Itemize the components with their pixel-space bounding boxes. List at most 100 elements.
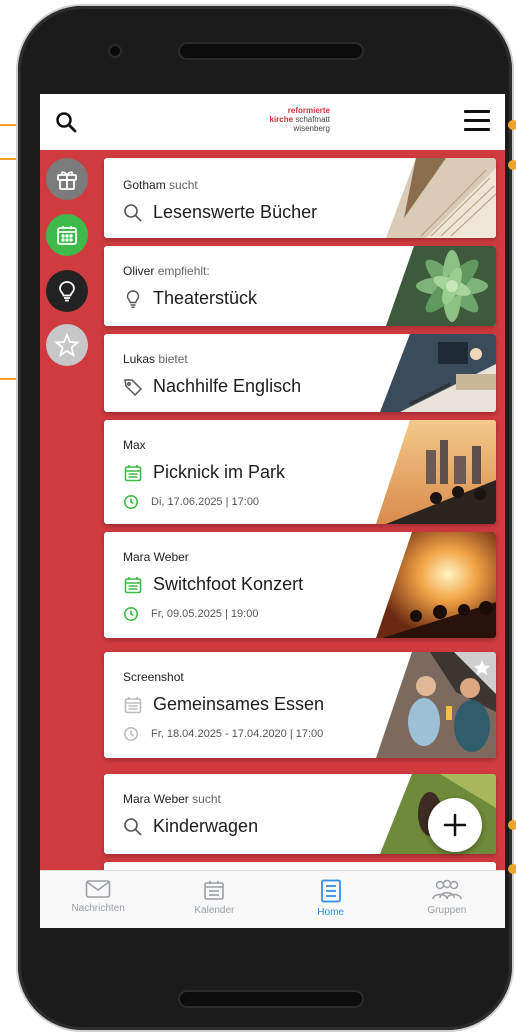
concert-image: [376, 532, 496, 638]
card-title-row: Lesenswerte Bücher: [123, 202, 317, 223]
annotation-dot-menu: [508, 120, 516, 130]
nav-label: Home: [317, 907, 344, 918]
card-author: Gotham: [123, 178, 166, 192]
nav-item-kalender[interactable]: Kalender: [156, 871, 272, 928]
church-logo: reformierte kirche schafmatt wisenberg: [230, 106, 331, 140]
card-title: Nachhilfe Englisch: [153, 376, 302, 396]
logo-line-2a: kirche: [269, 115, 294, 124]
search-icon: [124, 203, 142, 222]
card-author-line: Mara Weber sucht: [123, 792, 221, 806]
annotation-dot-nav: [508, 864, 516, 874]
card-title-row: Kinderwagen: [123, 816, 258, 837]
stage: reformierte kirche schafmatt wisenberg G…: [0, 0, 516, 1034]
lightbulb-icon: [126, 289, 140, 308]
filter-events[interactable]: [46, 214, 88, 256]
speaker: [178, 42, 364, 60]
clock-icon: [124, 495, 138, 509]
card-author: Lukas: [123, 352, 156, 366]
card-author: Mara Weber: [123, 550, 189, 564]
card-author-line: Oliver empfiehlt:: [123, 264, 210, 278]
card-author: Oliver: [123, 264, 155, 278]
star-icon: [54, 332, 80, 357]
card-date: Fr, 18.04.2025 - 17.04.2020 | 17:00: [151, 728, 324, 740]
card-verb: bietet: [158, 352, 188, 366]
tag-icon: [124, 378, 143, 396]
books-image: [386, 158, 496, 238]
card-date: Fr, 09.05.2025 | 19:00: [151, 608, 259, 620]
list-item[interactable]: Screenshot Gemeinsames Essen Fr, 18.04.2…: [104, 652, 496, 758]
card-title: Kinderwagen: [153, 816, 259, 836]
card-date-row: Fr, 18.04.2025 - 17.04.2020 | 17:00: [123, 726, 323, 742]
card-title-row: Nachhilfe Englisch: [123, 376, 301, 397]
card-author-line: Max: [123, 438, 146, 452]
card-author-line: Screenshot: [123, 670, 184, 684]
gift-icon: [57, 171, 77, 190]
nav-label: Nachrichten: [71, 903, 125, 914]
card-title-row: Picknick im Park: [123, 462, 285, 483]
succulent-image: [386, 246, 496, 326]
filter-gift[interactable]: [46, 158, 88, 200]
add-button[interactable]: [428, 798, 482, 852]
calendar-icon: [57, 226, 77, 245]
nav-item-nachrichten[interactable]: Nachrichten: [40, 871, 156, 928]
annotation-dot-fab: [508, 820, 516, 830]
app-screen: reformierte kirche schafmatt wisenberg G…: [40, 94, 505, 928]
search-button[interactable]: [54, 110, 78, 134]
clock-icon: [124, 607, 138, 621]
card-verb: empfiehlt:: [157, 264, 210, 278]
list-item[interactable]: Max Picknick im Park Di, 17.06.2025 | 17…: [104, 420, 496, 524]
camera: [110, 46, 120, 56]
card-title: Switchfoot Konzert: [153, 574, 304, 594]
card-author-line: Gotham sucht: [123, 178, 198, 192]
group-icon: [432, 879, 462, 900]
filter-recommendations[interactable]: [46, 270, 88, 312]
card-date: Di, 17.06.2025 | 17:00: [151, 496, 260, 508]
card-verb: sucht: [169, 178, 198, 192]
nav-item-home[interactable]: Home: [273, 871, 389, 928]
card-title: Picknick im Park: [153, 462, 286, 482]
search-icon: [124, 817, 142, 836]
logo-line-1: reformierte: [287, 106, 330, 115]
card-verb: sucht: [192, 792, 221, 806]
card-date-row: Di, 17.06.2025 | 17:00: [123, 494, 259, 510]
park-image: [376, 420, 496, 524]
tutoring-image: [380, 334, 496, 412]
card-author-line: Lukas bietet: [123, 352, 188, 366]
list-icon: [320, 879, 341, 903]
list-item[interactable]: Oliver empfiehlt: Theaterstück: [104, 246, 496, 326]
mail-icon: [85, 880, 111, 898]
calendar-icon: [124, 696, 142, 713]
filter-favorites[interactable]: [46, 324, 88, 366]
logo-line-3: wisenberg: [293, 124, 330, 133]
calendar-icon: [204, 881, 225, 900]
clock-icon: [124, 727, 138, 741]
calendar-icon: [124, 464, 142, 481]
card-title: Lesenswerte Bücher: [153, 202, 318, 222]
lightbulb-icon: [59, 281, 75, 302]
list-item[interactable]: Gotham sucht Lesenswerte Bücher: [104, 158, 496, 238]
app-header: reformierte kirche schafmatt wisenberg: [40, 94, 505, 150]
calendar-icon: [124, 576, 142, 593]
card-title-row: Theaterstück: [123, 288, 257, 309]
nav-item-gruppen[interactable]: Gruppen: [389, 871, 505, 928]
plus-icon: [443, 813, 467, 837]
menu-button[interactable]: [464, 110, 490, 132]
card-title-row: Switchfoot Konzert: [123, 574, 303, 595]
search-icon: [56, 112, 77, 133]
card-author: Screenshot: [123, 670, 184, 684]
nav-label: Kalender: [194, 905, 235, 916]
card-title: Gemeinsames Essen: [153, 694, 325, 714]
list-item[interactable]: Lukas bietet Nachhilfe Englisch: [104, 334, 496, 412]
card-title: Theaterstück: [153, 288, 258, 308]
card-author: Mara Weber: [123, 792, 189, 806]
card-date-row: Fr, 09.05.2025 | 19:00: [123, 606, 258, 622]
annotation-dot-card: [508, 160, 516, 170]
logo-line-2b: schafmatt: [295, 115, 330, 124]
card-author: Max: [123, 438, 146, 452]
card-title-row: Gemeinsames Essen: [123, 694, 324, 715]
hamburger-icon: [464, 110, 490, 131]
list-item[interactable]: Mara Weber Switchfoot Konzert Fr, 09.05.…: [104, 532, 496, 638]
speaker-bottom: [178, 990, 364, 1008]
nav-label: Gruppen: [427, 905, 467, 916]
dinner-image: [376, 652, 496, 758]
